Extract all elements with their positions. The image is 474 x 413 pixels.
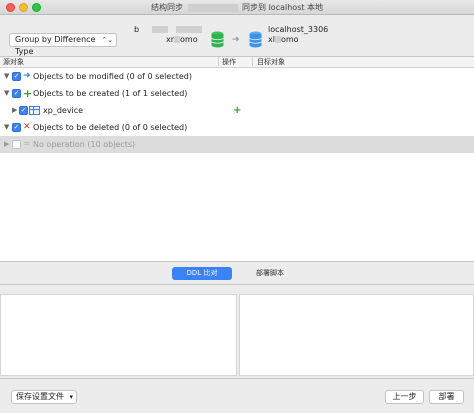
- source-ddl-pane[interactable]: [0, 294, 237, 376]
- target-connection: localhost_3306: [268, 25, 329, 34]
- disclosure-right-icon[interactable]: ▶: [12, 102, 17, 119]
- created-checkbox[interactable]: ✓: [12, 89, 21, 98]
- window-title-suffix: 同步到 localhost 本地: [242, 3, 324, 12]
- column-header: 源对象 操作 目标对象: [0, 57, 474, 68]
- group-modified-label: Objects to be modified (0 of 0 selected): [33, 72, 192, 81]
- redacted-block: [151, 26, 168, 33]
- zoom-window-button[interactable]: [32, 3, 41, 12]
- previous-button[interactable]: 上一步: [385, 390, 424, 404]
- source-connection-prefix: b: [134, 25, 140, 34]
- group-deleted-row[interactable]: ▼ ✓ ✕ Objects to be deleted (0 of 0 sele…: [0, 119, 474, 136]
- column-divider: [252, 57, 253, 66]
- tab-ddl-compare[interactable]: DDL 比对: [172, 267, 232, 280]
- equals-icon: =: [23, 139, 31, 149]
- plus-icon: +: [23, 87, 33, 100]
- group-created-row[interactable]: ▼ ✓ + Objects to be created (1 of 1 sele…: [0, 85, 474, 102]
- column-source[interactable]: 源对象: [3, 57, 24, 67]
- tab-deploy-script[interactable]: 部署脚本: [252, 267, 288, 280]
- target-database-suffix: omo: [280, 35, 299, 44]
- source-connection: b: [134, 25, 203, 34]
- group-no-operation-label: No operation (10 objects): [33, 140, 136, 149]
- create-operation-icon: +: [233, 105, 242, 116]
- footer: 保存设置文件 ▾ 上一步 部署: [0, 378, 474, 413]
- arrow-right-icon: ➜: [23, 71, 31, 81]
- source-database: xr omo: [166, 35, 198, 44]
- column-operation[interactable]: 操作: [222, 57, 236, 67]
- deploy-button[interactable]: 部署: [429, 390, 464, 404]
- arrow-right-icon: ➜: [232, 35, 240, 45]
- xp-device-checkbox[interactable]: ✓: [19, 106, 28, 115]
- save-settings-label: 保存设置文件: [16, 392, 64, 401]
- chevron-updown-icon: ⌃⌄: [101, 36, 113, 44]
- source-database-icon: [211, 31, 224, 48]
- source-database-suffix: omo: [180, 35, 198, 44]
- redacted-block: [176, 26, 203, 33]
- column-divider: [218, 57, 219, 66]
- group-created-label: Objects to be created (1 of 1 selected): [33, 89, 188, 98]
- target-database: xl omo: [268, 35, 299, 44]
- group-by-select[interactable]: Group by Difference Type ⌃⌄: [9, 33, 117, 56]
- table-name: xp_device: [43, 106, 84, 115]
- deleted-checkbox[interactable]: ✓: [12, 123, 21, 132]
- modified-checkbox[interactable]: ✓: [12, 72, 21, 81]
- title-bar: 结构同步 同步到 localhost 本地: [0, 0, 474, 15]
- chevron-down-icon: ▾: [69, 393, 73, 401]
- title-redacted-text: [187, 3, 238, 12]
- table-row[interactable]: ▶ ✓ xp_device +: [0, 102, 474, 119]
- group-no-operation-row[interactable]: ▶ = No operation (10 objects): [0, 136, 474, 153]
- group-deleted-label: Objects to be deleted (0 of 0 selected): [33, 123, 188, 132]
- table-icon: [29, 106, 40, 115]
- group-modified-row[interactable]: ▼ ✓ ➜ Objects to be modified (0 of 0 sel…: [0, 68, 474, 85]
- disclosure-down-icon[interactable]: ▼: [4, 85, 9, 102]
- disclosure-down-icon[interactable]: ▼: [4, 68, 9, 85]
- source-database-prefix: xr: [166, 35, 175, 44]
- bottom-tab-bar: DDL 比对 部署脚本: [0, 263, 474, 285]
- difference-tree: ▼ ✓ ➜ Objects to be modified (0 of 0 sel…: [0, 68, 474, 262]
- target-database-prefix: xl: [268, 35, 275, 44]
- minimize-window-button[interactable]: [19, 3, 28, 12]
- target-database-icon: [249, 31, 262, 48]
- disclosure-right-icon[interactable]: ▶: [4, 136, 9, 153]
- target-ddl-pane[interactable]: [239, 294, 474, 376]
- column-target[interactable]: 目标对象: [257, 57, 285, 67]
- window-title-prefix: 结构同步: [150, 3, 183, 12]
- sync-header: Group by Difference Type ⌃⌄ b xr omo ➜ lo…: [0, 15, 474, 57]
- group-by-value: Group by Difference Type: [15, 35, 96, 56]
- delete-x-icon: ✕: [23, 122, 31, 132]
- close-window-button[interactable]: [6, 3, 15, 12]
- save-settings-button[interactable]: 保存设置文件 ▾: [11, 390, 77, 404]
- disclosure-down-icon[interactable]: ▼: [4, 119, 9, 136]
- no-operation-checkbox[interactable]: [12, 140, 21, 149]
